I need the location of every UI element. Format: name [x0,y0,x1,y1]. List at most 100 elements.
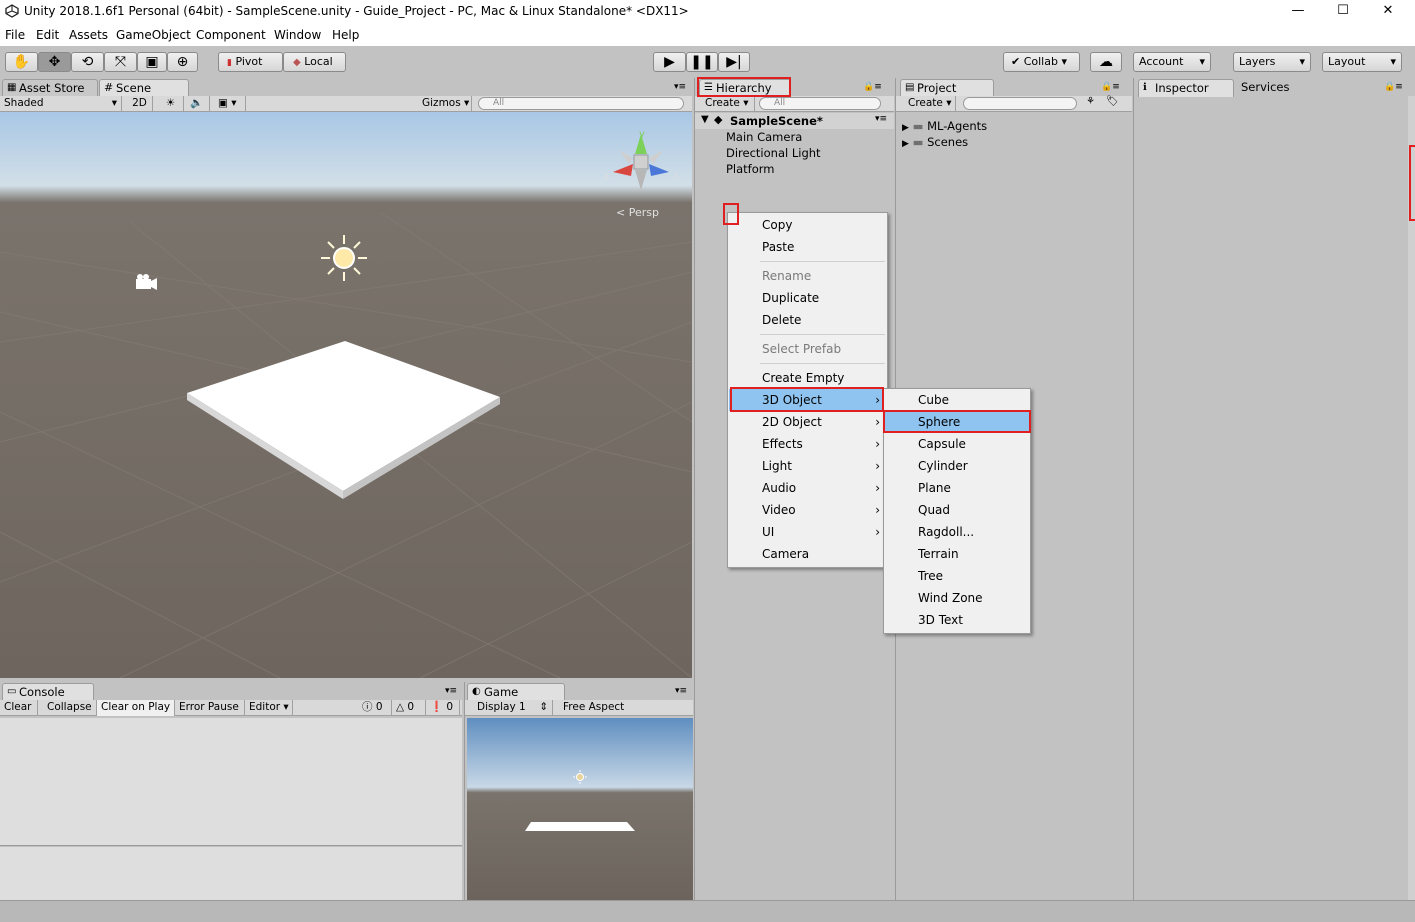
rect-tool-button[interactable]: ▣ [137,52,167,72]
console-error-toggle[interactable]: ❗ 0 [426,700,460,716]
submenu-item-tree[interactable]: Tree [885,565,1029,587]
hand-tool-button[interactable]: ✋ [5,52,38,72]
scale-tool-button[interactable]: ⤧ [104,52,137,72]
menu-item-3d-object[interactable]: 3D Object › [729,389,886,411]
pivot-toggle[interactable]: ▮ Pivot [218,52,283,72]
minimize-button[interactable]: — [1276,0,1320,22]
layers-dropdown[interactable]: Layers ▾ [1233,52,1311,72]
rotate-tool-button[interactable]: ⟲ [71,52,104,72]
2d-toggle[interactable]: 2D [127,96,153,112]
lock-icon[interactable]: 🔒≡ [1384,82,1403,92]
effects-dropdown[interactable]: ▣ ▾ [214,96,246,112]
lock-icon[interactable]: 🔒≡ [863,82,882,92]
tag-icon[interactable]: 🏷 [1106,96,1119,107]
menu-item-ui[interactable]: UI › [729,521,886,543]
local-toggle[interactable]: ◆ Local [283,52,346,72]
hierarchy-item-directional-light[interactable]: Directional Light [726,146,821,160]
scene-orientation-gizmo[interactable] [613,134,669,190]
step-button[interactable]: ▶| [718,52,750,72]
expand-arrow-icon[interactable]: ▶ [902,123,909,133]
submenu-item-quad[interactable]: Quad [885,499,1029,521]
menu-item-audio[interactable]: Audio › [729,477,886,499]
menu-item-camera[interactable]: Camera [729,543,886,565]
console-info-toggle[interactable]: ⓘ 0 [358,700,392,716]
panel-menu-icon[interactable]: ▾≡ [445,686,457,696]
menu-item-2d-object[interactable]: 2D Object › [729,411,886,433]
project-folder-scenes[interactable]: ▶ ▬ Scenes [902,135,968,149]
menu-item-create-empty[interactable]: Create Empty [729,367,886,389]
tab-game[interactable]: ◐ Game [467,683,565,701]
submenu-item-cylinder[interactable]: Cylinder [885,455,1029,477]
move-tool-button[interactable]: ✥ [38,52,71,72]
console-editor-dropdown[interactable]: Editor ▾ [245,700,293,716]
menu-component[interactable]: Component [196,28,266,42]
menu-window[interactable]: Window [274,28,321,42]
console-error-pause-button[interactable]: Error Pause [175,700,245,716]
maximize-button[interactable]: ☐ [1321,0,1365,22]
scene-search-input[interactable]: All [478,97,684,110]
submenu-item-wind-zone[interactable]: Wind Zone [885,587,1029,609]
transform-tool-button[interactable]: ⊕ [167,52,198,72]
menu-item-effects[interactable]: Effects › [729,433,886,455]
tab-inspector[interactable]: ℹ Inspector [1138,79,1234,97]
tab-hierarchy[interactable]: ☰ Hierarchy [699,79,791,97]
panel-menu-icon[interactable]: ▾≡ [675,686,687,696]
console-detail-area[interactable] [0,847,462,900]
menu-item-duplicate[interactable]: Duplicate [729,287,886,309]
scene-row[interactable]: ▼ ◆ SampleScene* ▾≡ [695,113,894,129]
tab-console[interactable]: ▭ Console [2,683,94,701]
close-button[interactable]: ✕ [1366,0,1410,22]
project-create-dropdown[interactable]: Create ▾ [904,96,956,112]
pause-button[interactable]: ❚❚ [686,52,718,72]
collab-button[interactable]: ✔ Collab ▾ [1003,52,1080,72]
play-button[interactable]: ▶ [653,52,686,72]
submenu-item-terrain[interactable]: Terrain [885,543,1029,565]
project-search-input[interactable] [963,97,1077,110]
tab-asset-store[interactable]: ▦ Asset Store [2,79,98,97]
lighting-toggle[interactable]: ☀ [158,96,184,112]
audio-toggle[interactable]: 🔈 [184,96,210,112]
menu-assets[interactable]: Assets [69,28,108,42]
inspector-scrollbar[interactable] [1408,96,1415,900]
platform-object[interactable] [187,341,500,491]
console-clear-button[interactable]: Clear [0,700,38,716]
cloud-button[interactable]: ☁ [1090,52,1122,72]
account-dropdown[interactable]: Account ▾ [1133,52,1211,72]
tab-project[interactable]: ▤ Project [900,79,994,97]
display-dropdown[interactable]: Display 1 ⇕ [473,700,553,716]
lock-icon[interactable]: 🔒≡ [1101,82,1120,92]
submenu-item-sphere[interactable]: Sphere [885,411,1029,433]
menu-item-video[interactable]: Video › [729,499,886,521]
menu-item-copy[interactable]: Copy [729,214,886,236]
submenu-item-3d-text[interactable]: 3D Text [885,609,1029,631]
hierarchy-create-dropdown[interactable]: Create ▾ [701,96,755,112]
hierarchy-item-main-camera[interactable]: Main Camera [726,130,802,144]
console-log-area[interactable] [0,718,462,846]
console-clear-on-play-button[interactable]: Clear on Play [97,700,175,716]
submenu-item-ragdoll[interactable]: Ragdoll... [885,521,1029,543]
console-warning-toggle[interactable]: △ 0 [392,700,426,716]
submenu-item-plane[interactable]: Plane [885,477,1029,499]
expand-arrow-icon[interactable]: ▶ [902,139,909,149]
menu-item-paste[interactable]: Paste [729,236,886,258]
scene-menu-icon[interactable]: ▾≡ [875,114,887,124]
submenu-item-capsule[interactable]: Capsule [885,433,1029,455]
game-view[interactable] [467,718,693,900]
menu-item-delete[interactable]: Delete [729,309,886,331]
panel-menu-icon[interactable]: ▾≡ [674,82,686,92]
menu-help[interactable]: Help [332,28,359,42]
hierarchy-search-input[interactable]: All [759,97,881,110]
menu-gameobject[interactable]: GameObject [116,28,191,42]
layout-dropdown[interactable]: Layout ▾ [1322,52,1402,72]
submenu-item-cube[interactable]: Cube [885,389,1029,411]
hierarchy-item-platform[interactable]: Platform [726,162,775,176]
filter-type-icon[interactable]: ⚘ [1086,96,1095,107]
console-collapse-button[interactable]: Collapse [43,700,97,716]
shading-dropdown[interactable]: Shaded ▾ [0,96,122,112]
project-folder-ml-agents[interactable]: ▶ ▬ ML-Agents [902,119,987,133]
scene-view[interactable]: y x z < Persp [0,112,692,678]
tab-services[interactable]: Services [1235,79,1315,97]
expand-arrow-icon[interactable]: ▼ [701,114,709,125]
menu-edit[interactable]: Edit [36,28,59,42]
gizmos-dropdown[interactable]: Gizmos ▾ [418,96,472,112]
